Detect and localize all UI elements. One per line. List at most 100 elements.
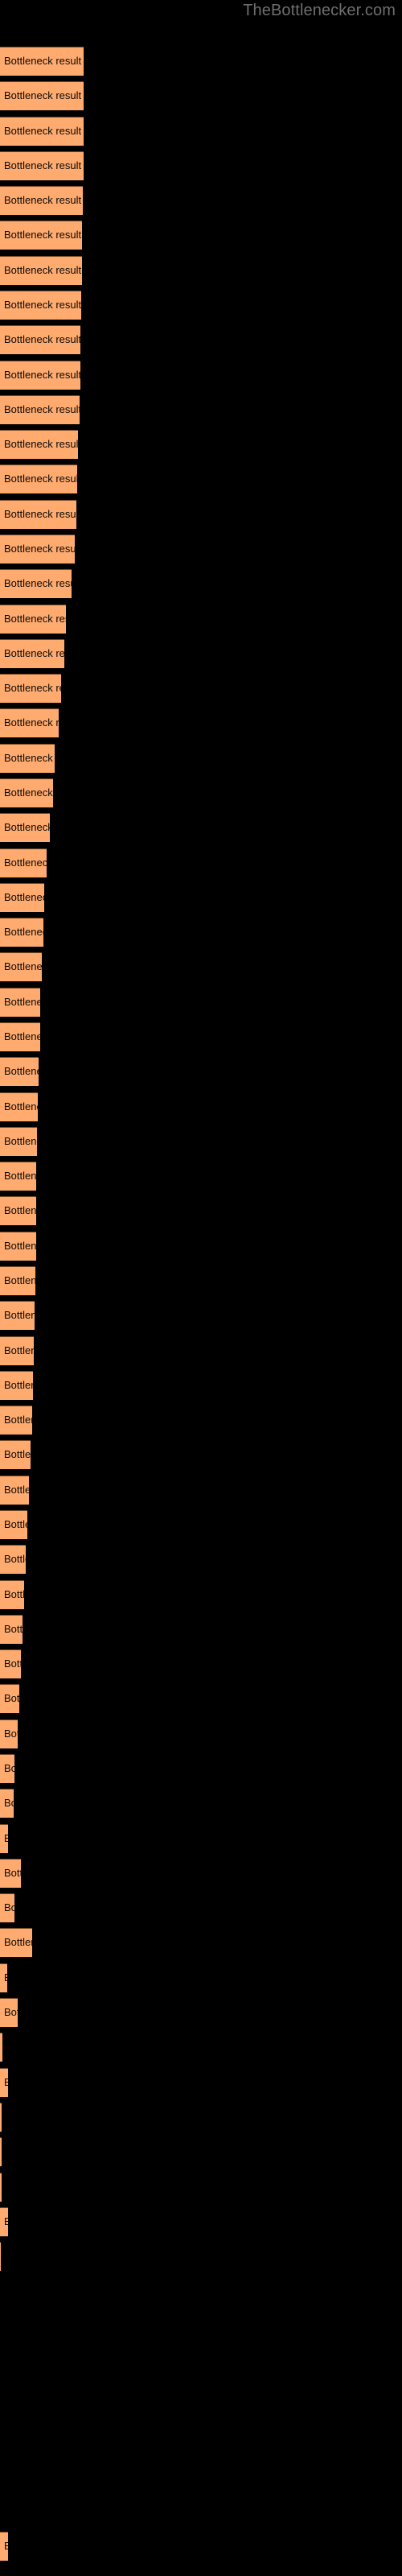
bar-row[interactable]: Bottleneck result (0, 2417, 1, 2446)
bar-rect[interactable] (0, 1336, 34, 1365)
bar-rect[interactable] (0, 1406, 32, 1435)
bar-rect[interactable] (0, 952, 42, 981)
bar-rect[interactable] (0, 2532, 8, 2561)
bar-row[interactable]: Bottleneck result (0, 1092, 38, 1121)
bar-rect[interactable] (0, 1649, 21, 1678)
bar-rect[interactable] (0, 639, 64, 668)
bar-rect[interactable] (0, 1789, 14, 1818)
bar-row[interactable]: Bottleneck result (0, 1127, 37, 1156)
bar-rect[interactable] (0, 1998, 18, 2027)
bar-row[interactable]: Bottleneck result (0, 2033, 2, 2062)
bar-row[interactable]: Bottleneck result (0, 2277, 1, 2306)
bar-row[interactable]: Bottleneck result (0, 81, 84, 110)
bar-row[interactable]: Bottleneck result (0, 1615, 23, 1644)
bar-rect[interactable] (0, 1859, 21, 1888)
bar-rect[interactable] (0, 1476, 29, 1505)
bar-row[interactable]: Bottleneck result (0, 1406, 32, 1435)
bar-rect[interactable] (0, 1754, 14, 1783)
bar-row[interactable]: Bottleneck result (0, 1371, 33, 1400)
bar-rect[interactable] (0, 1824, 8, 1853)
bar-row[interactable]: Bottleneck result (0, 2068, 8, 2097)
bar-row[interactable]: Bottleneck result (0, 2103, 2, 2132)
bar-row[interactable]: Bottleneck result (0, 1266, 35, 1295)
bar-rect[interactable] (0, 1928, 32, 1957)
bar-rect[interactable] (0, 1196, 36, 1225)
bar-rect[interactable] (0, 708, 59, 737)
bar-rect[interactable] (0, 2068, 8, 2097)
bar-rect[interactable] (0, 361, 80, 390)
bar-rect[interactable] (0, 2033, 2, 2062)
bar-rect[interactable] (0, 883, 44, 912)
bar-rect[interactable] (0, 1232, 36, 1261)
bar-rect[interactable] (0, 1580, 24, 1609)
bar-rect[interactable] (0, 117, 84, 146)
bar-row[interactable]: Bottleneck result (0, 1649, 21, 1678)
bar-row[interactable]: Bottleneck result (0, 2207, 8, 2236)
bar-rect[interactable] (0, 1127, 37, 1156)
bar-row[interactable]: Bottleneck result (0, 325, 80, 354)
bar-rect[interactable] (0, 81, 84, 110)
bar-row[interactable]: Bottleneck result (0, 569, 72, 598)
bar-rect[interactable] (0, 151, 84, 180)
bar-row[interactable]: Bottleneck result (0, 744, 55, 773)
bar-row[interactable]: Bottleneck result (0, 1754, 14, 1783)
bar-rect[interactable] (0, 1162, 36, 1191)
bar-row[interactable]: Bottleneck result (0, 2242, 1, 2271)
bar-row[interactable]: Bottleneck result (0, 708, 59, 737)
bar-row[interactable]: Bottleneck result (0, 674, 61, 703)
bar-rect[interactable] (0, 2103, 2, 2132)
bar-row[interactable]: Bottleneck result (0, 395, 80, 424)
bar-row[interactable]: Bottleneck result (0, 151, 84, 180)
bar-rect[interactable] (0, 1371, 33, 1400)
bar-row[interactable]: Bottleneck result (0, 1301, 35, 1330)
bar-row[interactable]: Bottleneck result (0, 500, 76, 529)
bar-row[interactable]: Bottleneck result (0, 918, 43, 947)
bar-row[interactable]: Bottleneck result (0, 848, 47, 877)
bar-row[interactable]: Bottleneck result (0, 221, 82, 250)
bar-row[interactable]: Bottleneck result (0, 1893, 14, 1922)
bar-rect[interactable] (0, 744, 55, 773)
bar-row[interactable]: Bottleneck result (0, 430, 78, 459)
bar-rect[interactable] (0, 2137, 2, 2166)
bar-rect[interactable] (0, 813, 50, 842)
bar-row[interactable]: Bottleneck result (0, 117, 84, 146)
bar-rect[interactable] (0, 186, 83, 215)
bar-rect[interactable] (0, 605, 66, 634)
bar-row[interactable]: Bottleneck result (0, 1510, 27, 1539)
bar-row[interactable]: Bottleneck result (0, 1963, 7, 1992)
bar-rect[interactable] (0, 674, 61, 703)
bar-row[interactable]: Bottleneck result (0, 1440, 31, 1469)
bar-row[interactable]: Bottleneck result (0, 1057, 39, 1086)
bar-row[interactable]: Bottleneck result (0, 1789, 14, 1818)
bar-rect[interactable] (0, 1719, 18, 1748)
bar-row[interactable]: Bottleneck result (0, 2173, 2, 2202)
bar-row[interactable]: Bottleneck result (0, 535, 75, 564)
bar-row[interactable]: Bottleneck result (0, 1196, 36, 1225)
bar-row[interactable]: Bottleneck result (0, 291, 81, 320)
bar-rect[interactable] (0, 2207, 8, 2236)
bar-rect[interactable] (0, 535, 75, 564)
bar-row[interactable]: Bottleneck result (0, 778, 53, 807)
bar-rect[interactable] (0, 1301, 35, 1330)
bar-rect[interactable] (0, 256, 82, 285)
bar-rect[interactable] (0, 430, 78, 459)
bar-row[interactable]: Bottleneck result (0, 1859, 21, 1888)
bar-rect[interactable] (0, 1057, 39, 1086)
bar-rect[interactable] (0, 1893, 14, 1922)
bar-row[interactable]: Bottleneck result (0, 1824, 8, 1853)
bar-row[interactable]: Bottleneck result (0, 2312, 1, 2341)
bar-row[interactable]: Bottleneck result (0, 1162, 36, 1191)
bar-row[interactable]: Bottleneck result (0, 1928, 32, 1957)
bar-row[interactable]: Bottleneck result (0, 186, 83, 215)
bar-row[interactable]: Bottleneck result (0, 256, 82, 285)
bar-row[interactable]: Bottleneck result (0, 2381, 1, 2410)
bar-row[interactable]: Bottleneck result (0, 2532, 8, 2561)
bar-row[interactable]: Bottleneck result (0, 1232, 36, 1261)
bar-rect[interactable] (0, 1545, 26, 1574)
bar-row[interactable]: Bottleneck result (0, 988, 40, 1017)
bar-rect[interactable] (0, 1684, 19, 1713)
bar-row[interactable]: Bottleneck result (0, 1336, 34, 1365)
bar-row[interactable]: Bottleneck result (0, 1580, 24, 1609)
bar-rect[interactable] (0, 1092, 38, 1121)
bar-row[interactable]: Bottleneck result (0, 1545, 26, 1574)
